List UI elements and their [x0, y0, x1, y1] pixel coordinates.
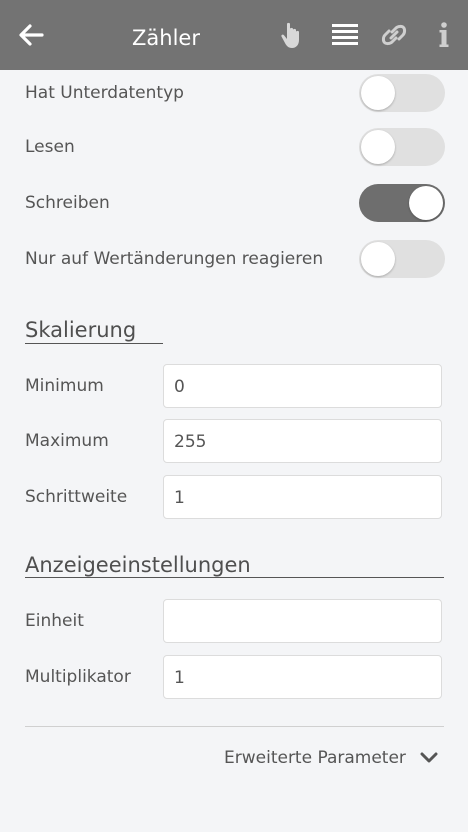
advanced-parameters-label: Erweiterte Parameter — [224, 748, 406, 768]
field-label: Minimum — [25, 376, 104, 396]
field-row-unit: Einheit — [25, 599, 445, 645]
link-icon[interactable] — [379, 20, 409, 50]
field-row-step: Schrittweite 1 — [25, 475, 445, 521]
read-toggle[interactable] — [359, 128, 445, 166]
field-label: Schrittweite — [25, 487, 128, 507]
multiplier-input[interactable]: 1 — [163, 655, 442, 699]
toggle-label: Schreiben — [25, 193, 110, 213]
field-label: Einheit — [25, 611, 84, 631]
info-icon[interactable] — [430, 20, 460, 50]
toggle-row-value-change: Nur auf Wertänderungen reagieren — [25, 240, 445, 278]
field-row-maximum: Maximum 255 — [25, 419, 445, 465]
chevron-down-icon — [420, 752, 438, 763]
app-header: Zähler — [0, 0, 468, 70]
toggle-knob — [361, 130, 395, 164]
field-label: Maximum — [25, 431, 109, 451]
advanced-parameters-toggle[interactable]: Erweiterte Parameter — [224, 746, 446, 770]
maximum-input[interactable]: 255 — [163, 419, 442, 463]
field-label: Multiplikator — [25, 667, 131, 687]
minimum-input[interactable]: 0 — [163, 364, 442, 408]
has-subtype-toggle[interactable] — [359, 74, 445, 112]
write-toggle[interactable] — [359, 184, 445, 222]
section-underline — [25, 577, 444, 578]
value-change-toggle[interactable] — [359, 240, 445, 278]
list-icon[interactable] — [330, 20, 360, 50]
toggle-knob — [361, 242, 395, 276]
unit-input[interactable] — [163, 599, 442, 643]
section-underline — [25, 343, 163, 344]
section-title-scaling: Skalierung — [25, 318, 137, 342]
section-title-display: Anzeigeeinstellungen — [25, 553, 251, 577]
field-row-multiplier: Multiplikator 1 — [25, 655, 445, 701]
toggle-label: Lesen — [25, 137, 75, 157]
toggle-label: Hat Unterdatentyp — [25, 83, 184, 103]
field-row-minimum: Minimum 0 — [25, 364, 445, 410]
toggle-row-write: Schreiben — [25, 184, 445, 222]
step-input[interactable]: 1 — [163, 475, 442, 519]
toggle-knob — [409, 186, 443, 220]
toggle-row-has-subtype: Hat Unterdatentyp — [25, 74, 445, 112]
divider — [25, 726, 444, 727]
toggle-label: Nur auf Wertänderungen reagieren — [25, 249, 324, 269]
hand-pointer-icon[interactable] — [277, 20, 307, 50]
toggle-row-read: Lesen — [25, 128, 445, 166]
toggle-knob — [361, 76, 395, 110]
